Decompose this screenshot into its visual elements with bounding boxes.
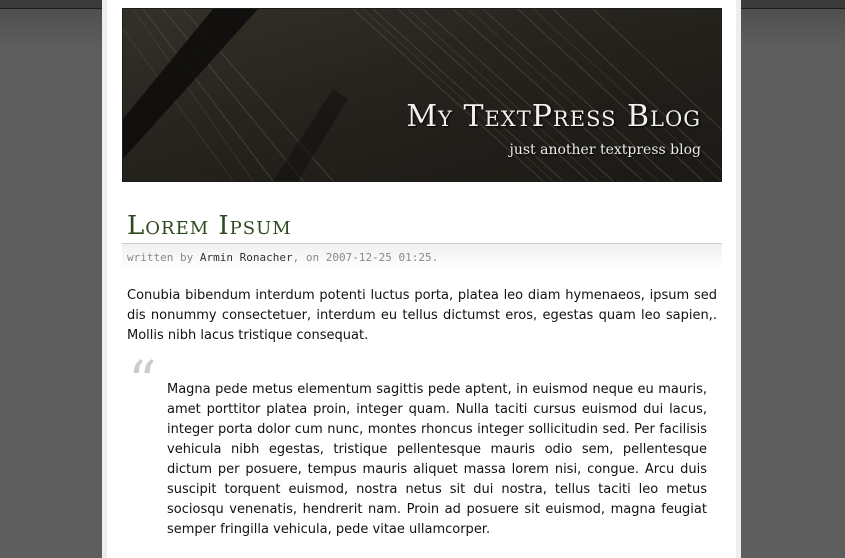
post-date: 2007-12-25 01:25. xyxy=(325,251,439,264)
post-paragraph: Conubia bibendum interdum potenti luctus… xyxy=(127,288,717,343)
blog-header-banner[interactable]: My TextPress Blog just another textpress… xyxy=(122,8,722,182)
quote-mark-icon: “ xyxy=(128,350,157,415)
post-meta: written by Armin Ronacher, on 2007-12-25… xyxy=(127,251,438,264)
blog-title[interactable]: My TextPress Blog xyxy=(406,99,701,134)
post-blockquote: Magna pede metus elementum sagittis pede… xyxy=(167,382,707,537)
post-title[interactable]: Lorem Ipsum xyxy=(127,211,292,241)
page-container: My TextPress Blog just another textpress… xyxy=(102,0,741,558)
blog-tagline: just another textpress blog xyxy=(509,142,701,158)
meta-written-by: written by xyxy=(127,251,194,264)
meta-on: , on xyxy=(292,251,320,264)
author-link[interactable]: Armin Ronacher xyxy=(200,251,293,264)
